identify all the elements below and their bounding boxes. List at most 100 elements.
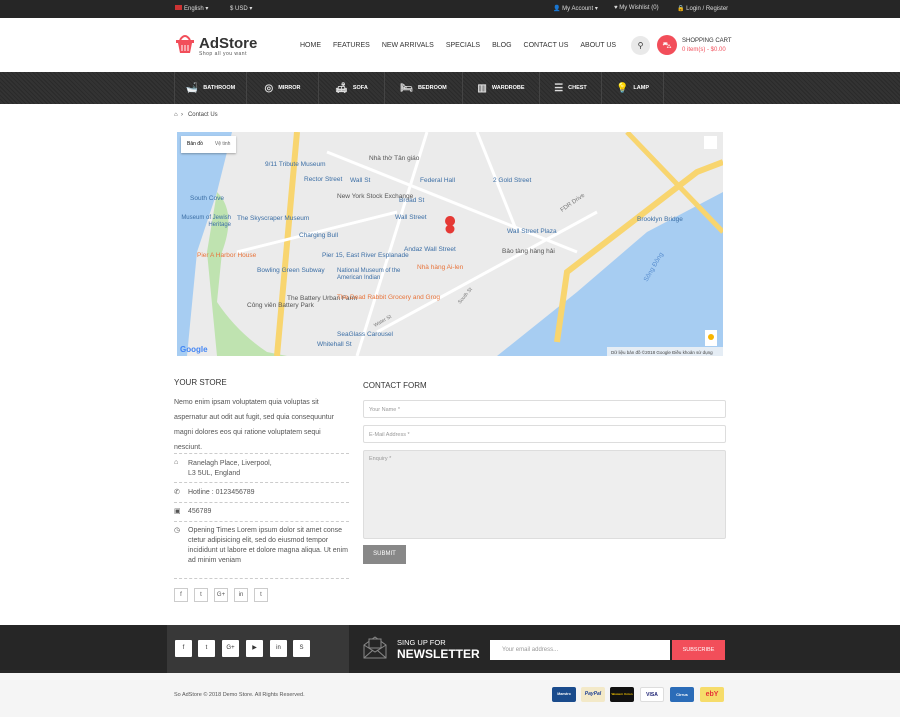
map-label: 9/11 Tribute Museum — [265, 161, 326, 168]
map-label: The Skyscraper Museum — [237, 215, 309, 222]
contact-form-title: CONTACT FORM — [363, 381, 427, 390]
email-input[interactable]: E-Mail Address * — [363, 425, 726, 443]
map-label: Federal Hall — [420, 177, 456, 184]
store-hours: Opening Times Lorem ipsum dolor sit amet… — [188, 527, 348, 564]
category-sofa[interactable]: 🛋 SOFA — [319, 72, 385, 104]
submit-button[interactable]: SUBMIT — [363, 545, 406, 564]
header: AdStore Shop all you want HOME FEATURES … — [0, 18, 900, 72]
cart-button[interactable]: ⛍ — [657, 35, 677, 55]
category-lamp[interactable]: 💡 LAMP — [602, 72, 664, 104]
map-label: Andaz Wall Street — [404, 246, 456, 253]
logo-tagline: Shop all you want — [199, 51, 247, 57]
bed-icon: 🛏 — [400, 82, 413, 94]
nav-new-arrivals[interactable]: NEW ARRIVALS — [382, 42, 434, 49]
map-label: National Museum of the American Indian — [337, 268, 401, 281]
name-input[interactable]: Your Name * — [363, 400, 726, 418]
visa-icon: VISA — [640, 687, 664, 702]
map-attribution[interactable]: Dữ liệu bản đồ ©2018 Google Điều khoản s… — [611, 349, 713, 355]
google-map[interactable]: 9/11 Tribute Museum Rector Street Wall S… — [177, 132, 723, 356]
map-label: Nhà thờ Tân giáo — [369, 155, 420, 162]
tumblr-icon[interactable]: t — [254, 588, 268, 602]
google-plus-icon[interactable]: G+ — [214, 588, 228, 602]
linkedin-icon[interactable]: in — [234, 588, 248, 602]
map-label: Museum of Jewish Heritage — [181, 215, 231, 228]
linkedin-icon[interactable]: in — [270, 640, 287, 657]
map-tab-satellite[interactable]: Vệ tinh — [209, 136, 237, 153]
map-label: New York Stock Exchange — [337, 193, 414, 200]
main-nav: HOME FEATURES NEW ARRIVALS SPECIALS BLOG… — [300, 42, 616, 49]
wardrobe-icon: ▥ — [477, 82, 487, 94]
sofa-icon: 🛋 — [335, 82, 348, 94]
map-label: Pier A Harbor House — [197, 252, 257, 259]
search-button[interactable]: ⚲ — [631, 36, 650, 55]
skype-icon[interactable]: S — [293, 640, 310, 657]
facebook-icon[interactable]: f — [175, 640, 192, 657]
nav-features[interactable]: FEATURES — [333, 42, 370, 49]
google-logo: Google — [180, 345, 208, 354]
google-plus-icon[interactable]: G+ — [222, 640, 239, 657]
map-tab-map[interactable]: Bản đồ — [181, 136, 209, 153]
language-selector[interactable]: English ▾ — [175, 5, 208, 12]
ebay-icon: ebY — [700, 687, 724, 702]
nav-contact-us[interactable]: CONTACT US — [524, 42, 569, 49]
map-label: Wall Street Plaza — [507, 228, 557, 235]
category-bathroom[interactable]: 🛁 BATHROOM — [174, 72, 247, 104]
twitter-icon[interactable]: t — [198, 640, 215, 657]
facebook-icon[interactable]: f — [174, 588, 188, 602]
divider — [174, 578, 349, 579]
map-label: Wall St — [350, 177, 371, 184]
mirror-icon: ◎ — [264, 82, 274, 94]
cart-title[interactable]: SHOPPING CART — [682, 38, 732, 44]
divider — [174, 502, 349, 503]
top-bar: English ▾ $ USD ▾ 👤 My Account ▾ ♥ My Wi… — [0, 0, 900, 18]
breadcrumb-current[interactable]: Contact Us — [188, 112, 218, 118]
category-chest[interactable]: ☰ CHEST — [540, 72, 602, 104]
breadcrumb: ⌂ › Contact Us — [174, 112, 218, 118]
lamp-icon: 💡 — [615, 82, 629, 94]
maestro-icon: Maestro — [552, 687, 576, 702]
category-wardrobe[interactable]: ▥ WARDROBE — [463, 72, 540, 104]
map-label: The Dead Rabbit Grocery and Grog — [337, 294, 440, 301]
map-label: Bowling Green Subway — [257, 267, 325, 274]
my-account-link[interactable]: 👤 My Account ▾ — [553, 5, 598, 12]
map-marker-icon[interactable] — [445, 224, 455, 234]
fax-icon: ▣ — [174, 508, 181, 515]
basket-logo-icon — [176, 35, 194, 53]
bottom-bar — [0, 673, 900, 717]
twitter-icon[interactable]: t — [194, 588, 208, 602]
clock-icon: ◷ — [174, 527, 181, 534]
enquiry-textarea[interactable]: Enquiry * — [363, 450, 726, 539]
category-mirror[interactable]: ◎ MIRROR — [247, 72, 319, 104]
newsletter-email-input[interactable]: Your email address... — [490, 640, 670, 660]
wishlist-link[interactable]: ♥ My Wishlist (0) — [614, 5, 659, 11]
map-canvas[interactable]: 9/11 Tribute Museum Rector Street Wall S… — [177, 132, 723, 356]
divider — [174, 453, 349, 454]
logo-title[interactable]: AdStore — [199, 35, 257, 52]
map-label: Bảo tàng hàng hải — [502, 248, 555, 255]
map-label: Công viên Battery Park — [247, 302, 315, 309]
nav-home[interactable]: HOME — [300, 42, 321, 49]
bathtub-icon: 🛁 — [185, 82, 199, 94]
nav-blog[interactable]: BLOG — [492, 42, 511, 49]
divider — [174, 521, 349, 522]
phone-icon: ✆ — [174, 489, 180, 496]
map-label: Charging Bull — [299, 232, 339, 239]
home-icon[interactable]: ⌂ — [174, 112, 178, 118]
nav-specials[interactable]: SPECIALS — [446, 42, 480, 49]
newsletter-subtitle: SING UP FOR — [397, 638, 446, 647]
map-label: Pier 15, East River Esplanade — [322, 252, 409, 259]
western-union-icon: Western Union — [610, 687, 634, 702]
nav-about-us[interactable]: ABOUT US — [580, 42, 616, 49]
map-label: Brooklyn Bridge — [637, 216, 683, 223]
cirrus-icon: Cirrus — [670, 687, 694, 702]
subscribe-button[interactable]: SUBSCRIBE — [672, 640, 725, 660]
youtube-icon[interactable]: ▶ — [246, 640, 263, 657]
cart-value[interactable]: 0 item(s) - $0.00 — [682, 47, 726, 53]
fullscreen-icon[interactable] — [704, 136, 717, 149]
map-label: South Cove — [190, 195, 224, 202]
store-hotline: Hotline : 0123456789 — [188, 489, 255, 496]
login-link[interactable]: 🔒 Login / Register — [677, 5, 728, 12]
currency-selector[interactable]: $ USD ▾ — [230, 5, 252, 12]
category-bedroom[interactable]: 🛏 BEDROOM — [385, 72, 463, 104]
envelope-icon — [363, 636, 387, 659]
